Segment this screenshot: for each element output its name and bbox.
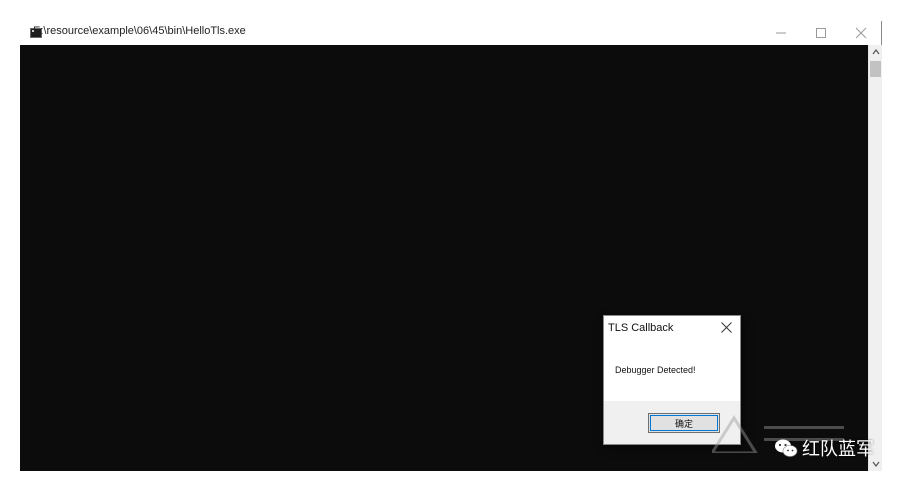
window-titlebar[interactable]: E:\resource\example\06\45\bin\HelloTls.e…: [20, 21, 882, 45]
wechat-watermark: 红队蓝军: [774, 435, 874, 461]
dialog-close-button[interactable]: [720, 321, 732, 333]
chevron-down-icon: [872, 461, 880, 467]
ok-button[interactable]: 确定: [648, 413, 720, 433]
window-title: E:\resource\example\06\45\bin\HelloTls.e…: [33, 25, 246, 37]
scroll-thumb[interactable]: [870, 61, 881, 77]
minimize-icon: [776, 32, 786, 34]
window-controls: [761, 21, 881, 45]
maximize-icon: [816, 28, 826, 38]
close-icon: [855, 27, 867, 39]
dialog-message: Debugger Detected!: [615, 365, 696, 375]
vertical-scrollbar[interactable]: [868, 45, 882, 471]
close-button[interactable]: [841, 21, 881, 45]
wechat-icon: [775, 439, 798, 457]
chevron-up-icon: [872, 49, 880, 55]
maximize-button[interactable]: [801, 21, 841, 45]
watermark-text: 红队蓝军: [802, 439, 874, 459]
scroll-up-button[interactable]: [869, 45, 883, 59]
close-icon: [720, 321, 732, 333]
console-window: E:\resource\example\06\45\bin\HelloTls.e…: [20, 21, 882, 471]
minimize-button[interactable]: [761, 21, 801, 45]
dialog-title: TLS Callback: [608, 322, 674, 334]
